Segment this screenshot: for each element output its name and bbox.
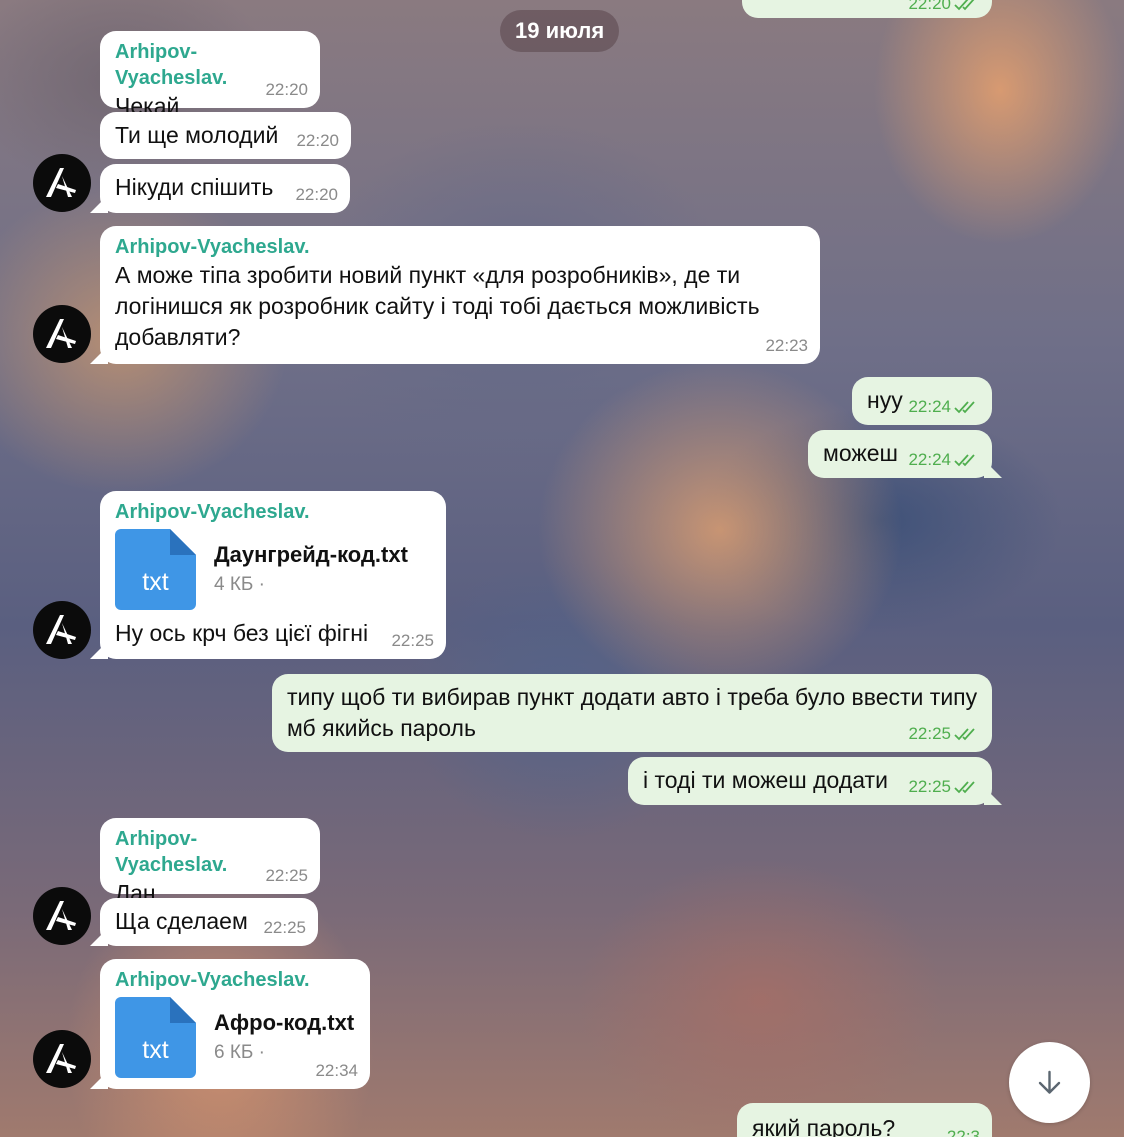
avatar[interactable] (33, 887, 91, 945)
message-time: 22:25 (265, 866, 308, 885)
message-time: 22:20 (265, 80, 308, 99)
stylized-a-logo-icon (46, 319, 76, 348)
file-txt-icon[interactable]: txt (115, 997, 196, 1078)
message-time: 22:3 (946, 1127, 980, 1137)
incoming-message[interactable]: Arhipov-Vyacheslav. А може тіпа зробити … (100, 226, 820, 364)
message-time: 22:34 (315, 1061, 358, 1080)
message-meta: 22:3 (947, 1127, 980, 1137)
sender-name[interactable]: Arhipov-Vyacheslav. (115, 234, 806, 260)
file-txt-icon[interactable]: txt (115, 529, 196, 610)
arrow-down-icon (1038, 1070, 1061, 1094)
file-size: 4 КБ · (214, 574, 265, 595)
message-time: 22:25 (263, 918, 306, 937)
outgoing-message[interactable]: типу щоб ти вибирав пункт додати авто і … (272, 674, 992, 752)
avatar[interactable] (33, 1030, 91, 1088)
message-text: Ну ось крч без цієї фігні (115, 620, 369, 646)
double-check-icon (954, 0, 975, 11)
double-check-icon (954, 454, 975, 467)
incoming-message[interactable]: Arhipov-Vyacheslav. Лан 22:25 (100, 818, 320, 906)
file-name[interactable]: Даунгрейд-код.txt (214, 541, 408, 569)
message-meta: 22:25 (908, 777, 980, 797)
double-check-icon (954, 781, 975, 794)
message-meta: 22:20 (908, 0, 980, 14)
message-time: 22:20 (908, 0, 951, 13)
incoming-message[interactable]: Нікуди спішить 22:20 (100, 164, 350, 213)
file-extension: txt (142, 1036, 169, 1064)
file-info: Даунгрейд-код.txt 4 КБ · (214, 541, 408, 598)
message-time: 22:20 (295, 185, 338, 204)
message-meta: 22:24 (908, 450, 980, 470)
double-check-icon (954, 401, 975, 414)
message-text: який пароль? (752, 1115, 896, 1137)
message-time: 22:25 (391, 631, 434, 650)
incoming-message[interactable]: Ти ще молодий 22:20 (100, 112, 351, 159)
message-time: 22:20 (296, 131, 339, 150)
file-corner-fold (170, 529, 196, 555)
message-time: 22:24 (908, 450, 951, 469)
scroll-to-bottom-button[interactable] (1009, 1042, 1090, 1123)
chat-message-list[interactable]: 22:20 19 июля Arhipov-Vyacheslav. Чекай … (0, 0, 1124, 1137)
message-time: 22:25 (908, 777, 951, 796)
message-meta: 22:25 (908, 724, 980, 744)
incoming-file-message[interactable]: Arhipov-Vyacheslav. txt Даунгрейд-код.tx… (100, 491, 446, 659)
outgoing-message[interactable]: 22:20 (742, 0, 992, 18)
message-meta: 22:24 (908, 397, 980, 417)
file-info: Афро-код.txt 6 КБ · (214, 1009, 354, 1066)
message-text: А може тіпа зробити новий пункт «для роз… (115, 262, 766, 350)
stylized-a-logo-icon (46, 168, 76, 197)
avatar[interactable] (33, 601, 91, 659)
file-attachment[interactable]: txt Даунгрейд-код.txt 4 КБ · (115, 529, 432, 610)
stylized-a-logo-icon (46, 615, 76, 644)
message-text: типу щоб ти вибирав пункт додати авто і … (287, 684, 984, 741)
file-corner-fold (170, 997, 196, 1023)
double-check-icon (954, 728, 975, 741)
avatar[interactable] (33, 305, 91, 363)
outgoing-message[interactable]: нуу 22:24 (852, 377, 992, 425)
stylized-a-logo-icon (46, 1044, 76, 1073)
incoming-message[interactable]: Ща сделаем 22:25 (100, 898, 318, 946)
sender-name[interactable]: Arhipov-Vyacheslav. (115, 967, 356, 993)
date-separator: 19 июля (500, 10, 620, 52)
avatar[interactable] (33, 154, 91, 212)
outgoing-message[interactable]: який пароль? 22:3 (737, 1103, 992, 1137)
message-time: 22:24 (908, 397, 951, 416)
incoming-message[interactable]: Arhipov-Vyacheslav. Чекай 22:20 (100, 31, 320, 119)
stylized-a-logo-icon (46, 901, 76, 930)
incoming-file-message[interactable]: Arhipov-Vyacheslav. txt Афро-код.txt 6 К… (100, 959, 370, 1089)
file-name[interactable]: Афро-код.txt (214, 1009, 354, 1037)
file-extension: txt (142, 568, 169, 596)
outgoing-message[interactable]: можеш 22:24 (808, 430, 992, 478)
message-time: 22:25 (908, 724, 951, 743)
message-time: 22:23 (765, 336, 808, 355)
sender-name[interactable]: Arhipov-Vyacheslav. (115, 499, 432, 525)
outgoing-message[interactable]: і тоді ти можеш додати 22:25 (628, 757, 992, 805)
